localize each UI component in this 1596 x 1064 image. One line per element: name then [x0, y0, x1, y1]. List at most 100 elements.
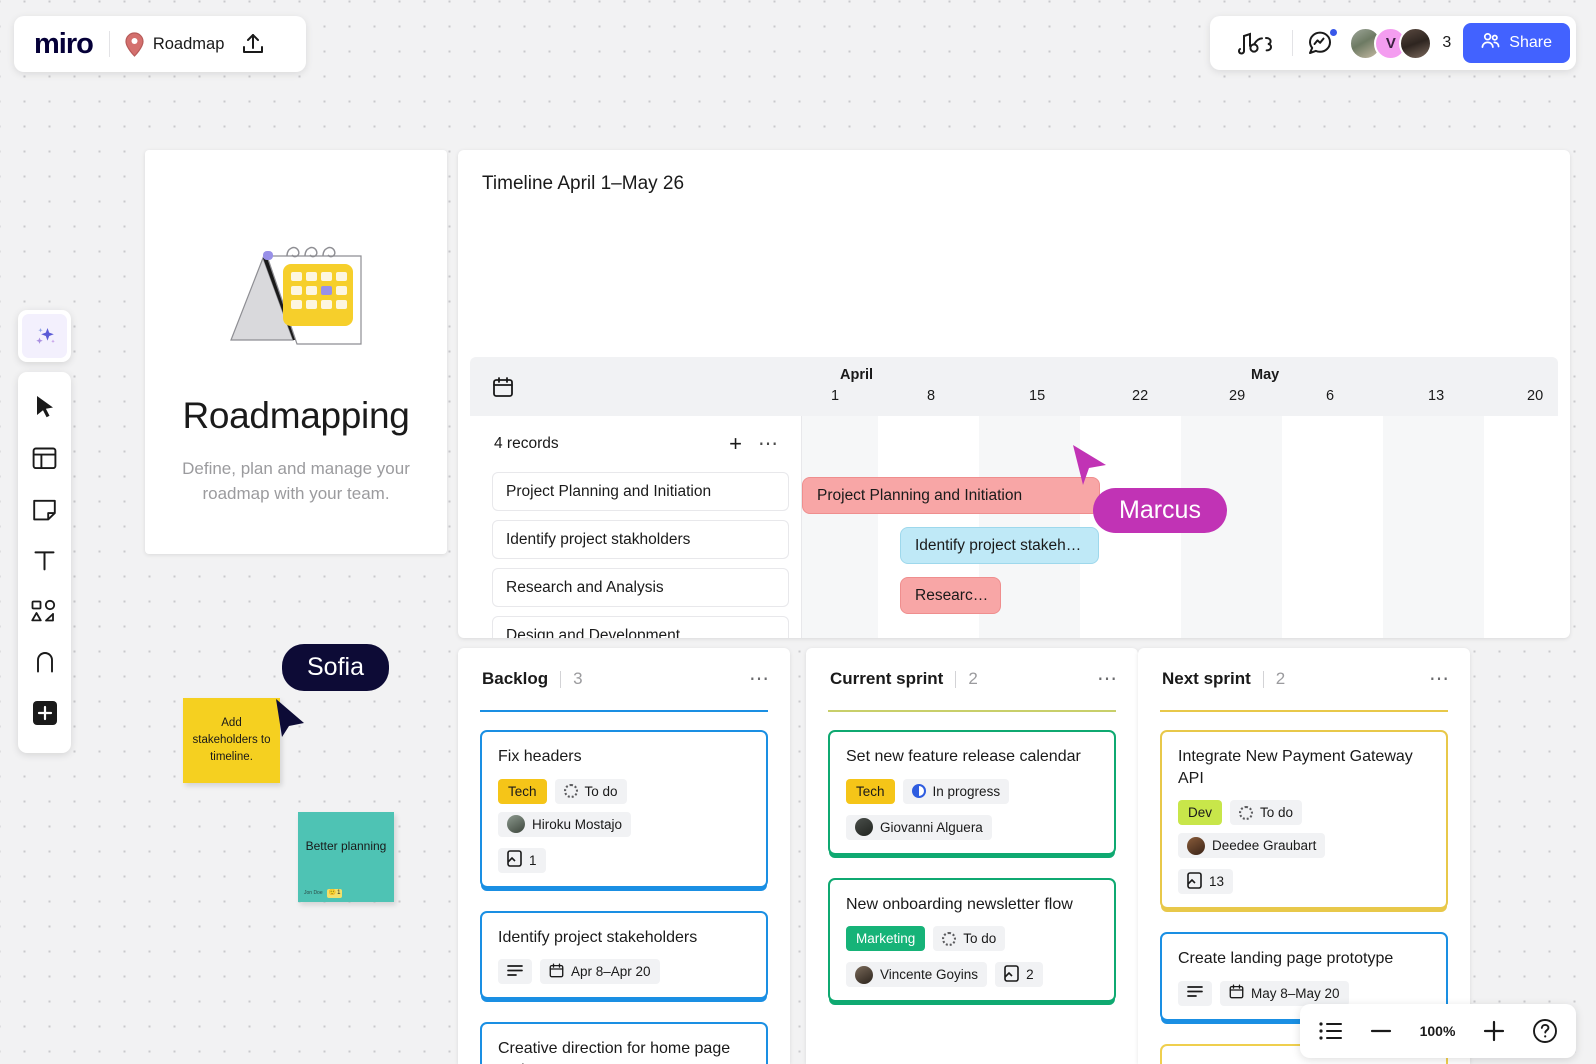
select-tool[interactable] — [18, 384, 71, 435]
card-tag[interactable]: Tech — [846, 779, 895, 804]
card-assignee-name: Deedee Graubart — [1212, 838, 1316, 853]
card-status-label: To do — [963, 931, 996, 946]
kanban-card-count: 3 — [573, 669, 749, 689]
sticky-note-tool[interactable] — [18, 486, 71, 537]
zoom-toolbar: 100% — [1300, 1004, 1576, 1058]
records-list: Project Planning and Initiation Identify … — [470, 472, 801, 638]
timeline-gantt-bar[interactable]: Researc… — [900, 577, 1001, 614]
kanban-column-header: Current sprint2⋯ — [806, 648, 1138, 710]
card-subtask-count-chip[interactable]: 2 — [995, 962, 1043, 987]
pen-draw-icon — [33, 650, 57, 680]
card-subtask-count: 1 — [529, 853, 537, 868]
share-export-icon[interactable] — [240, 31, 266, 57]
shapes-icon — [31, 599, 58, 629]
card-assignee-chip[interactable]: Deedee Graubart — [1178, 833, 1325, 858]
shapes-tool[interactable] — [18, 588, 71, 639]
timeline-gantt-bar[interactable]: Identify project stakeh… — [900, 527, 1099, 564]
card-status-chip[interactable]: To do — [933, 926, 1005, 951]
card-description-chip[interactable] — [498, 959, 532, 984]
card-assignee-chip[interactable]: Giovanni Alguera — [846, 815, 992, 840]
chat-activity-icon[interactable] — [1293, 30, 1347, 56]
list-view-icon[interactable] — [1318, 1020, 1343, 1042]
timeline-record-item[interactable]: Research and Analysis — [492, 568, 789, 607]
help-question-icon[interactable] — [1532, 1018, 1558, 1044]
timeline-header: AprilMay1815222961320 — [470, 357, 1558, 416]
card-subtask-count-chip[interactable]: 1 — [498, 848, 546, 873]
kanban-column-backlog[interactable]: Backlog3⋯Fix headersTechTo doHiroku Most… — [458, 648, 790, 1064]
card-status-chip[interactable]: To do — [555, 779, 627, 804]
share-people-icon — [1481, 31, 1500, 55]
zoom-in-button[interactable] — [1482, 1019, 1506, 1043]
reaction-badge[interactable]: 🙂 1 — [327, 889, 343, 898]
todo-dotted-circle-icon — [564, 784, 578, 798]
board-title[interactable]: Roadmap — [153, 35, 225, 54]
cursor-arrow-icon — [33, 394, 57, 425]
card-description-chip[interactable] — [1178, 981, 1212, 1006]
card-assignee-name: Hiroku Mostajo — [532, 817, 622, 832]
header-divider — [109, 31, 110, 57]
more-apps-tool[interactable] — [18, 690, 71, 741]
miro-board-canvas[interactable]: miro Roadmap V 3 Share — [0, 0, 1596, 1064]
share-button[interactable]: Share — [1463, 23, 1570, 63]
kanban-card-title: New onboarding newsletter flow — [846, 894, 1098, 916]
kanban-column-more-button[interactable]: ⋯ — [1097, 669, 1118, 689]
avatar[interactable] — [1399, 27, 1432, 60]
marcus-cursor-pointer-icon — [1070, 443, 1110, 492]
zoom-out-button[interactable] — [1369, 1026, 1393, 1036]
kanban-column-next-sprint[interactable]: Next sprint2⋯ Integrate New Payment Gatew… — [1138, 648, 1470, 1064]
music-notes-icon[interactable] — [1224, 31, 1292, 55]
zoom-level-label[interactable]: 100% — [1420, 1023, 1456, 1039]
kanban-card[interactable]: Integrate New Payment Gateway APIDevTo d… — [1160, 730, 1448, 909]
kanban-card-meta-row: Dev To do Deedee Graubart — [1178, 800, 1430, 858]
ai-tool-rail[interactable] — [18, 310, 71, 362]
timeline-month-label: April — [840, 367, 873, 383]
timeline-record-item[interactable]: Design and Development — [492, 616, 789, 638]
timeline-widget[interactable]: Timeline April 1–May 26 AprilMay18152229… — [458, 150, 1570, 638]
kanban-card-meta-row: Tech To do Hiroku Mostajo — [498, 779, 750, 837]
records-more-button[interactable]: ⋯ — [758, 434, 779, 454]
card-tag[interactable]: Marketing — [846, 926, 925, 951]
card-assignee-chip[interactable]: Vincente Goyins — [846, 962, 987, 987]
sofia-cursor-label: Sofia — [282, 644, 389, 691]
todo-dotted-circle-icon — [1239, 806, 1253, 820]
card-status-chip[interactable]: To do — [1230, 800, 1302, 825]
description-lines-icon — [507, 964, 523, 980]
timeline-gantt-bar[interactable]: Project Planning and Initiation — [802, 477, 1100, 514]
card-tag[interactable]: Dev — [1178, 800, 1222, 825]
add-record-button[interactable]: + — [729, 433, 742, 455]
kanban-card[interactable]: New onboarding newsletter flow Marketing T… — [828, 878, 1116, 1003]
card-subtask-count-chip[interactable]: 13 — [1178, 869, 1233, 894]
text-tool[interactable] — [18, 537, 71, 588]
card-date-chip[interactable]: May 8–May 20 — [1220, 981, 1349, 1006]
kanban-column-header: Next sprint2⋯ — [1138, 648, 1470, 710]
sticky-note-footer: Jon Doe 🙂 1 — [304, 889, 342, 898]
timeline-record-item[interactable]: Project Planning and Initiation — [492, 472, 789, 511]
templates-tool[interactable] — [18, 435, 71, 486]
card-date-chip[interactable]: Apr 8–Apr 20 — [540, 959, 660, 984]
card-count-icon — [1187, 872, 1202, 892]
records-count-label: 4 records — [494, 435, 729, 453]
roadmapping-template-card[interactable]: Roadmapping Define, plan and manage your… — [145, 150, 447, 554]
kanban-card[interactable]: Identify project stakeholdersApr 8–Apr 2… — [480, 911, 768, 1000]
reaction-count: 1 — [337, 889, 340, 898]
timeline-day-tick-label: 1 — [831, 388, 839, 404]
ai-sparkle-tool[interactable] — [22, 314, 67, 358]
card-assignee-chip[interactable]: Hiroku Mostajo — [498, 812, 631, 837]
kanban-column-more-button[interactable]: ⋯ — [1429, 669, 1450, 689]
kanban-column-title: Current sprint — [830, 669, 943, 689]
sticky-note-teal[interactable]: Better planning Jon Doe 🙂 1 — [298, 812, 394, 902]
kanban-column-current-sprint[interactable]: Current sprint2⋯Set new feature release … — [806, 648, 1138, 1064]
collaborator-count: 3 — [1442, 34, 1451, 52]
kanban-card[interactable]: Fix headersTechTo doHiroku Mostajo1 — [480, 730, 768, 888]
timeline-week-stripe — [802, 416, 878, 638]
card-tag[interactable]: Tech — [498, 779, 547, 804]
collaborator-avatars[interactable]: V — [1349, 27, 1432, 60]
miro-logo[interactable]: miro — [14, 28, 109, 61]
timeline-record-item[interactable]: Identify project stakholders — [492, 520, 789, 559]
kanban-column-more-button[interactable]: ⋯ — [749, 669, 770, 689]
in-progress-half-circle-icon — [912, 784, 926, 798]
pen-tool[interactable] — [18, 639, 71, 690]
card-status-chip[interactable]: In progress — [903, 779, 1010, 804]
kanban-card[interactable]: Set new feature release calendarTechIn p… — [828, 730, 1116, 855]
kanban-card[interactable]: Creative direction for home page update — [480, 1022, 768, 1064]
